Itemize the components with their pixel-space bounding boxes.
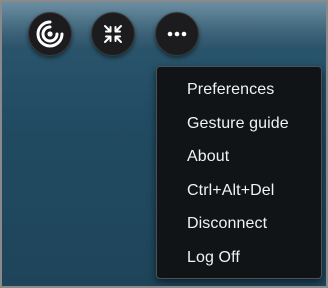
menu-item-preferences[interactable]: Preferences (157, 73, 321, 107)
more-options-menu: Preferences Gesture guide About Ctrl+Alt… (156, 66, 322, 279)
more-options-button[interactable] (155, 12, 199, 56)
menu-item-gesture-guide[interactable]: Gesture guide (157, 107, 321, 141)
restore-window-button[interactable] (91, 12, 135, 56)
menu-item-about[interactable]: About (157, 140, 321, 174)
menu-item-ctrl-alt-del[interactable]: Ctrl+Alt+Del (157, 174, 321, 208)
restore-window-icon (101, 22, 125, 46)
menu-item-disconnect[interactable]: Disconnect (157, 207, 321, 241)
session-logo-button[interactable] (28, 12, 72, 56)
citrix-logo-icon (35, 19, 65, 49)
menu-item-log-off[interactable]: Log Off (157, 241, 321, 275)
more-options-icon (166, 30, 188, 38)
remote-session-window: Preferences Gesture guide About Ctrl+Alt… (0, 0, 328, 288)
